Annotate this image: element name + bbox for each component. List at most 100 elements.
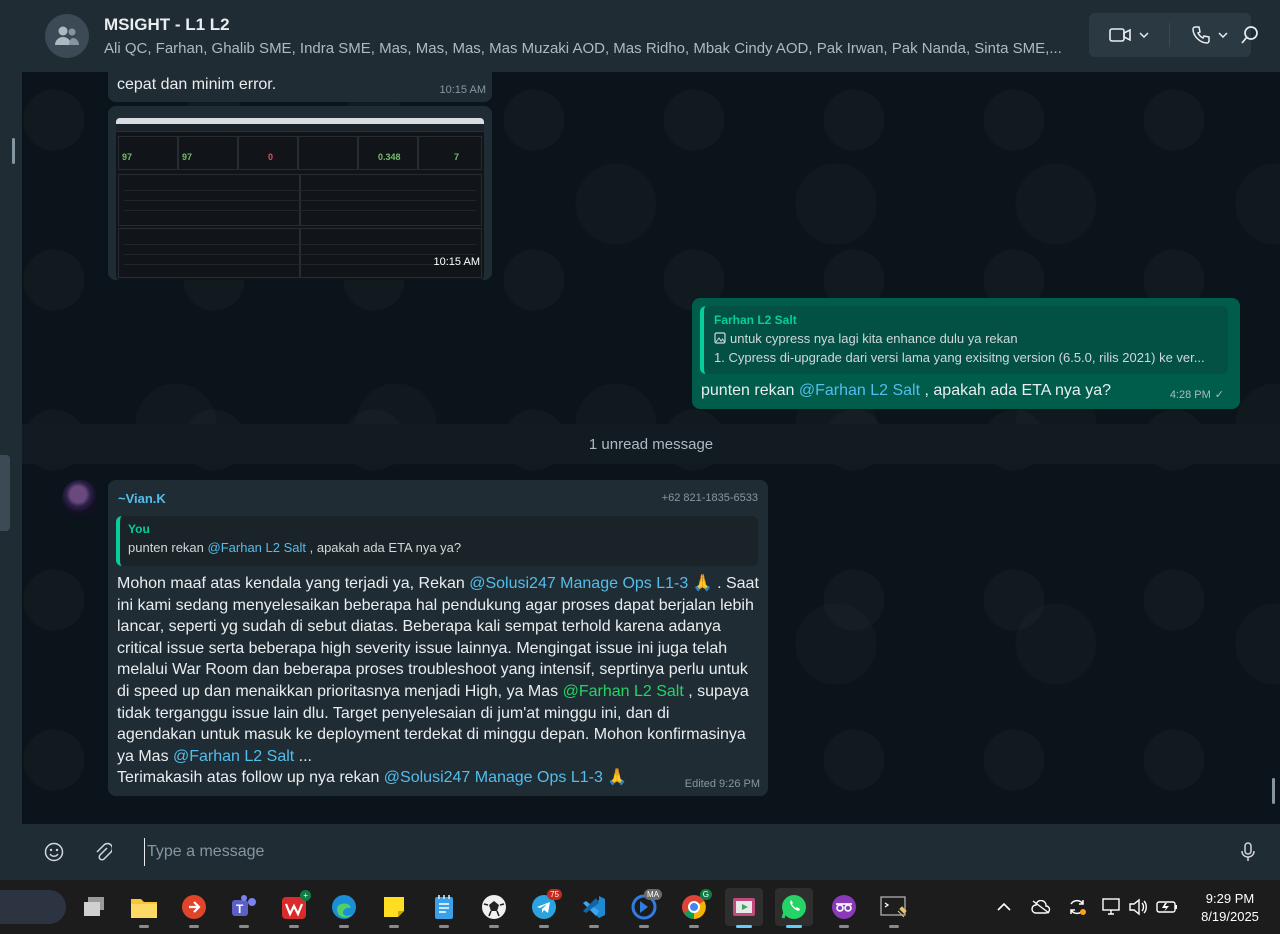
- taskbar-app-wps[interactable]: +: [275, 888, 313, 928]
- chat-title: MSIGHT - L1 L2: [104, 15, 230, 34]
- tray-display[interactable]: [1101, 896, 1123, 918]
- taskbar-app-football[interactable]: [475, 888, 513, 928]
- tray-sync[interactable]: [1066, 896, 1088, 918]
- task-view-button[interactable]: [75, 888, 113, 926]
- metric-value: 97: [122, 152, 133, 162]
- display-icon: [1102, 898, 1120, 915]
- tray-battery[interactable]: [1156, 896, 1178, 918]
- vscode-icon: [583, 896, 605, 918]
- taskbar-app-edge[interactable]: [325, 888, 363, 928]
- attach-button[interactable]: [91, 840, 115, 864]
- cloud-offline-icon: [1031, 900, 1051, 914]
- mic-icon: [1241, 842, 1255, 861]
- football-icon: [482, 895, 506, 919]
- quoted-message[interactable]: You punten rekan @Farhan L2 Salt , apaka…: [116, 516, 758, 566]
- chat-header[interactable]: MSIGHT - L1 L2 Ali QC, Farhan, Ghalib SM…: [22, 0, 1280, 72]
- message-text: punten rekan @Farhan L2 Salt , apakah ad…: [701, 382, 1112, 399]
- taskbar-app-vscode[interactable]: [575, 888, 613, 928]
- taskbar-app-telegram[interactable]: 75: [525, 888, 563, 928]
- left-edge-strip: [0, 0, 22, 880]
- taskbar-app-notepad[interactable]: [425, 888, 463, 928]
- message-time: 4:28 PM ✓: [1169, 389, 1224, 401]
- message-input[interactable]: Type a message: [144, 838, 1184, 866]
- group-avatar[interactable]: [45, 14, 89, 58]
- message-incoming[interactable]: ~Vian.K +62 821-1835-6533 You punten rek…: [108, 480, 768, 796]
- whatsapp-icon: [781, 895, 806, 919]
- voice-message-button[interactable]: [1236, 840, 1260, 864]
- quote-author: Farhan L2 Salt: [714, 313, 797, 327]
- taskbar-app-teams[interactable]: T: [225, 888, 263, 928]
- scrollbar-thumb[interactable]: [1272, 778, 1275, 804]
- image-icon: [714, 332, 726, 344]
- taskbar-clock[interactable]: 9:29 PM 8/19/2025: [1190, 890, 1270, 926]
- incognito-icon: [832, 895, 856, 919]
- message-incoming[interactable]: cepat dan minim error. 10:15 AM: [108, 72, 492, 102]
- search-button[interactable]: [1237, 22, 1263, 48]
- sent-check-icon: ✓: [1214, 389, 1224, 401]
- mention-link[interactable]: @Farhan L2 Salt: [563, 683, 684, 700]
- taskbar-search[interactable]: [0, 890, 66, 924]
- side-handle[interactable]: [0, 455, 10, 531]
- taskbar-app-sticky-notes[interactable]: [375, 888, 413, 928]
- chat-panel[interactable]: cepat dan minim error. 10:15 AM 97 97 0 …: [22, 72, 1280, 824]
- emoji-icon: [44, 842, 64, 862]
- quote-text: punten rekan @Farhan L2 Salt , apakah ad…: [128, 540, 462, 555]
- unread-divider: 1 unread message: [22, 424, 1280, 464]
- metric-value: 7: [454, 152, 460, 162]
- taskbar-app-remote[interactable]: [175, 888, 213, 928]
- scroll-tick: [12, 138, 15, 164]
- group-icon: [55, 26, 79, 45]
- taskbar-app-file-explorer[interactable]: [125, 888, 163, 928]
- sender-phone: +62 821-1835-6533: [661, 492, 758, 504]
- message-composer: Type a message: [22, 824, 1280, 880]
- taskbar-app-terminal[interactable]: [875, 888, 913, 928]
- message-time: 10:15 AM: [439, 84, 486, 96]
- teams-icon: T: [232, 895, 256, 916]
- taskbar-app-chrome[interactable]: G: [675, 888, 713, 928]
- chevron-up-icon: [997, 903, 1011, 911]
- tray-onedrive[interactable]: [1030, 896, 1052, 918]
- notepad-icon: [435, 895, 453, 919]
- tray-overflow-button[interactable]: [993, 896, 1015, 918]
- video-icon: [1109, 28, 1131, 42]
- task-view-icon: [84, 897, 104, 916]
- folder-icon: [131, 899, 157, 918]
- quoted-message[interactable]: Farhan L2 Salt untuk cypress nya lagi ki…: [700, 306, 1228, 374]
- search-icon: [1241, 26, 1258, 44]
- sender-name[interactable]: ~Vian.K: [118, 491, 166, 506]
- edge-icon: [332, 895, 356, 919]
- profile-badge: MA: [644, 889, 662, 900]
- message-text: Mohon maaf atas kendala yang terjadi ya,…: [117, 575, 759, 787]
- remote-app-icon: [182, 895, 206, 919]
- emoji-button[interactable]: [42, 840, 66, 864]
- message-outgoing[interactable]: Farhan L2 Salt untuk cypress nya lagi ki…: [692, 298, 1240, 409]
- sender-avatar[interactable]: [62, 480, 98, 516]
- metric-value: 0.348: [378, 152, 401, 162]
- mention-link[interactable]: @Farhan L2 Salt: [173, 748, 294, 765]
- mention-link[interactable]: @Solusi247 Manage Ops L1-3: [384, 769, 603, 786]
- volume-icon: [1129, 898, 1147, 916]
- quote-text: 1. Cypress di-upgrade dari versi lama ya…: [714, 350, 1205, 365]
- message-image[interactable]: 97 97 0 0.348 7 10:15 AM: [108, 106, 492, 280]
- update-badge: +: [300, 890, 311, 901]
- edited-label: Edited 9:26 PM: [684, 778, 760, 790]
- mention-link[interactable]: @Farhan L2 Salt: [799, 382, 920, 399]
- quote-text: untuk cypress nya lagi kita enhance dulu…: [730, 331, 1018, 346]
- phone-icon: [1192, 26, 1210, 44]
- quote-author: You: [128, 522, 150, 536]
- screenshot-thumbnail[interactable]: 97 97 0 0.348 7: [116, 118, 484, 280]
- metric-value: 97: [182, 152, 193, 162]
- taskbar: T + 75 MA G 9:29 PM 8/19/2025: [0, 880, 1280, 934]
- chat-members: Ali QC, Farhan, Ghalib SME, Indra SME, M…: [104, 40, 1062, 57]
- unread-count-badge: 75: [547, 889, 562, 900]
- tray-volume[interactable]: [1127, 896, 1149, 918]
- mention-link[interactable]: @Solusi247 Manage Ops L1-3: [469, 575, 688, 592]
- taskbar-app-whatsapp[interactable]: [775, 888, 813, 928]
- taskbar-app-media[interactable]: [725, 888, 763, 928]
- taskbar-app-incognito[interactable]: [825, 888, 863, 928]
- video-call-button[interactable]: [1089, 13, 1169, 57]
- media-player-icon: [733, 898, 755, 916]
- call-controls: [1089, 13, 1251, 57]
- profile-badge: G: [699, 889, 712, 900]
- taskbar-app-ms-profile[interactable]: MA: [625, 888, 663, 928]
